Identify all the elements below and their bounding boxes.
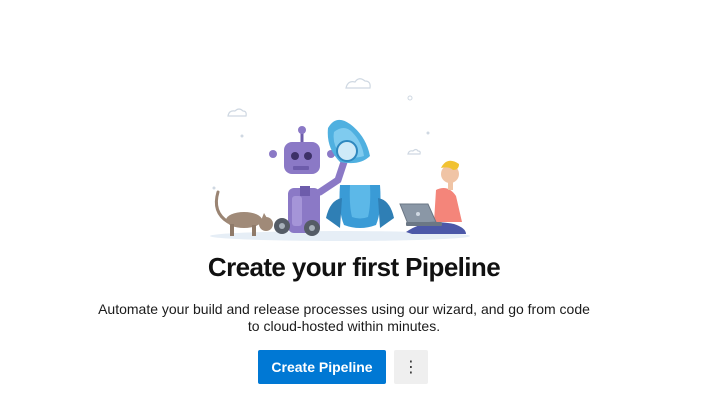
cloud-icon	[227, 78, 421, 155]
developer-figure	[399, 160, 466, 234]
empty-state-illustration	[200, 68, 480, 243]
rocket-base-figure	[326, 185, 394, 228]
create-pipeline-button[interactable]: Create Pipeline	[258, 350, 386, 384]
cat-figure	[214, 190, 273, 236]
more-vertical-icon: ⋮	[403, 357, 419, 376]
page-title: Create your first Pipeline	[207, 252, 501, 282]
more-options-button[interactable]: ⋮	[394, 350, 428, 384]
action-bar: Create Pipeline ⋮	[258, 350, 428, 384]
rocket-nose-figure	[327, 119, 370, 164]
empty-state-description: Automate your build and release processe…	[98, 301, 590, 334]
